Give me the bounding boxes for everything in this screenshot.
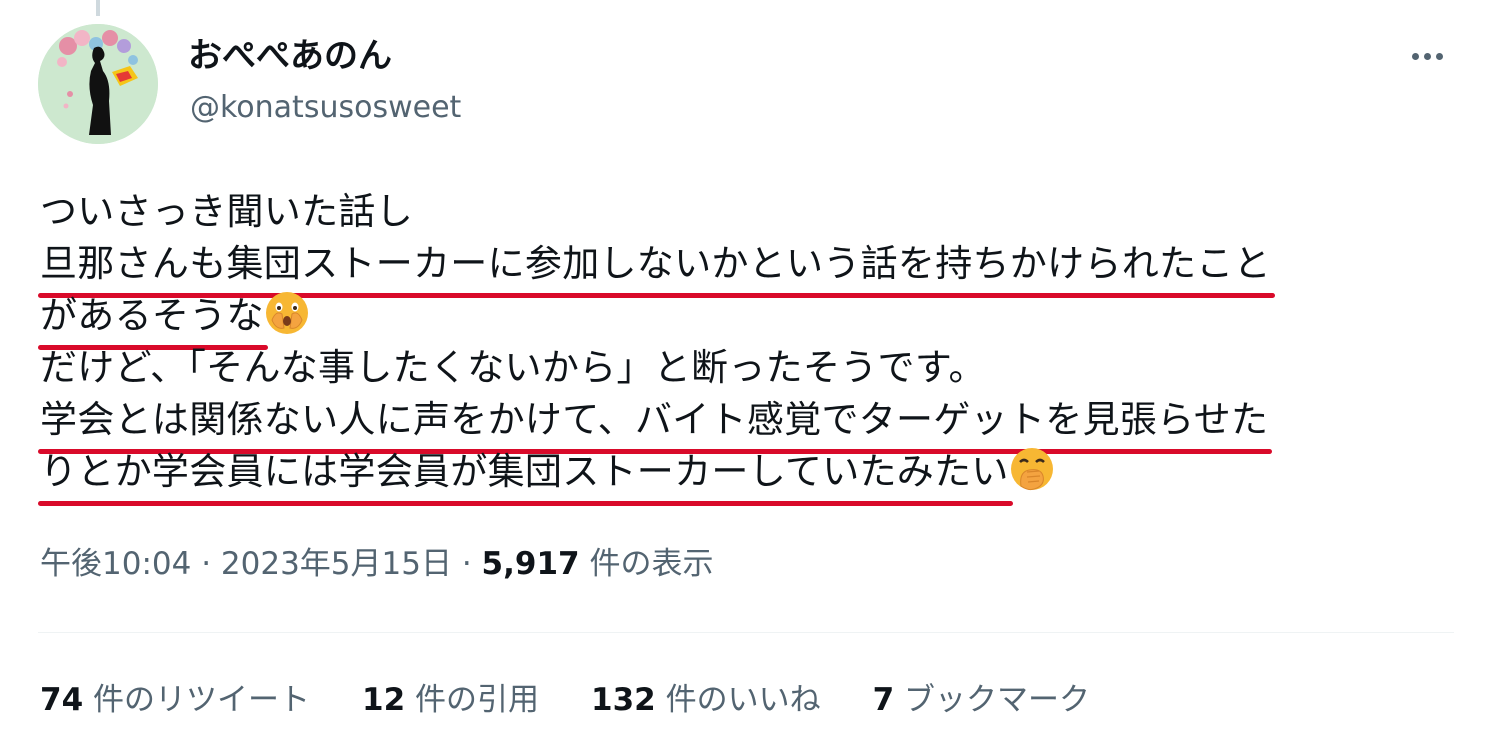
views-label[interactable]: 件の表示: [580, 546, 713, 582]
more-icon-dot: [1411, 52, 1419, 60]
divider: [38, 632, 1454, 633]
tweet-text-segment: だけど、「そんな事したくないから」と断ったそうです。: [40, 346, 986, 389]
quotes-stat[interactable]: 12 件の引用: [362, 678, 539, 722]
likes-label: 件のいいね: [655, 682, 821, 718]
retweets-count: 74: [40, 682, 84, 718]
engagement-stats: 74 件のリツイート 12 件の引用 132 件のいいね 7 ブックマーク: [40, 678, 1090, 722]
views-count[interactable]: 5,917: [482, 546, 580, 582]
avatar[interactable]: [38, 24, 158, 144]
bookmarks-label: ブックマーク: [894, 682, 1091, 718]
author-handle[interactable]: @konatsusosweet: [190, 88, 461, 128]
tweet-text-segment: ついさっき聞いた話し: [40, 190, 413, 233]
tweet-line: ついさっき聞いた話し: [40, 186, 1460, 238]
retweets-stat[interactable]: 74 件のリツイート: [40, 678, 310, 722]
avatar-silhouette-image: [38, 24, 158, 144]
more-icon-dot: [1423, 52, 1431, 60]
tweet-line: だけど、「そんな事したくないから」と断ったそうです。: [40, 342, 1460, 394]
tweet-metadata: 午後10:04 · 2023年5月15日 · 5,917 件の表示: [40, 542, 713, 586]
likes-stat[interactable]: 132 件のいいね: [591, 678, 821, 722]
author-display-name[interactable]: おぺぺあのん: [188, 34, 392, 78]
retweets-label: 件のリツイート: [83, 682, 310, 718]
tweet-line: りとか学会員には学会員が集団ストーカーしていたみたい: [38, 446, 1460, 506]
separator: ·: [191, 546, 221, 582]
more-icon-dot: [1435, 52, 1443, 60]
likes-count: 132: [591, 682, 656, 718]
bookmarks-stat[interactable]: 7 ブックマーク: [873, 678, 1090, 722]
quotes-label: 件の引用: [405, 682, 539, 718]
tweet-time[interactable]: 午後10:04: [40, 546, 191, 582]
separator: ·: [451, 546, 482, 582]
underlined-text-segment: 学会とは関係ない人に声をかけて、バイト感覚でターゲットを見張らせた: [37, 394, 1273, 454]
tweet-text: ついさっき聞いた話し 旦那さんも集団ストーカーに参加しないかという話を持ちかけら…: [37, 186, 1460, 506]
underlined-text-segment: りとか学会員には学会員が集団ストーカーしていたみたい: [38, 446, 1013, 506]
more-options-button[interactable]: [1404, 36, 1450, 76]
tweet-line: 学会とは関係ない人に声をかけて、バイト感覚でターゲットを見張らせた: [37, 394, 1460, 454]
face-with-hand-over-mouth-icon: [1009, 446, 1055, 492]
quotes-count: 12: [362, 682, 406, 718]
thread-connector-line: [96, 0, 100, 16]
bookmarks-count: 7: [872, 682, 895, 718]
underlined-text-segment: があるそうな: [38, 290, 268, 350]
face-with-open-eyes-hand-over-mouth-icon: [264, 290, 310, 336]
tweet-date[interactable]: 2023年5月15日: [221, 546, 452, 582]
tweet-line: があるそうな: [38, 290, 1460, 350]
tweet-line: 旦那さんも集団ストーカーに参加しないかという話を持ちかけられたこと: [38, 238, 1460, 298]
underlined-text-segment: 旦那さんも集団ストーカーに参加しないかという話を持ちかけられたこと: [38, 238, 1275, 298]
